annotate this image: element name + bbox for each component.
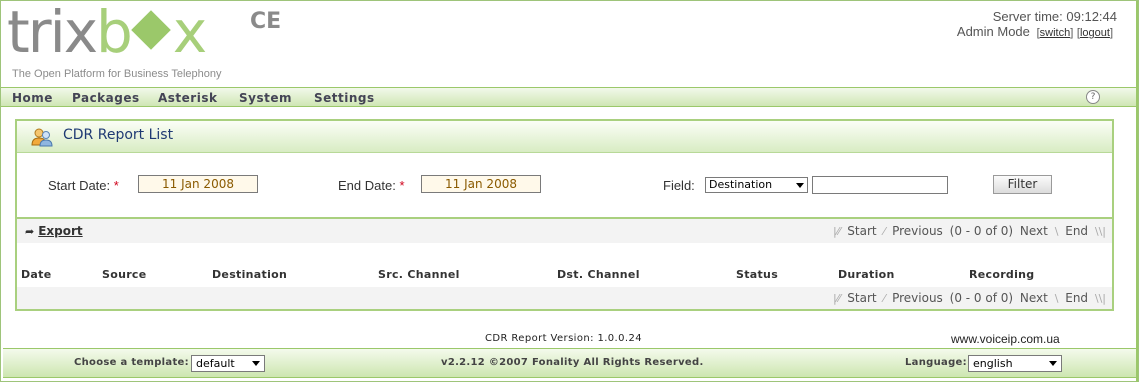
pager-next[interactable]: Next xyxy=(1020,224,1048,238)
server-time-label: Server time: xyxy=(992,9,1063,24)
tagline: The Open Platform for Business Telephony xyxy=(12,68,222,80)
pager-previous[interactable]: Previous xyxy=(892,291,943,305)
column-header-dst-channel: Dst. Channel xyxy=(557,268,640,281)
cdr-report-panel: CDR Report List Start Date: * 11 Jan 200… xyxy=(15,119,1114,311)
field-select[interactable]: Destination xyxy=(705,177,808,193)
column-header-destination: Destination xyxy=(212,268,288,281)
results-table: ➦ Export |⁄⁄ Start ⁄ Previous (0 - 0 of 0… xyxy=(17,217,1112,309)
column-header-date: Date xyxy=(21,268,52,281)
first-page-icon: |⁄⁄ xyxy=(833,292,841,305)
field-value-input[interactable] xyxy=(812,176,948,194)
admin-mode-label: Admin Mode xyxy=(956,24,1030,39)
pager-end[interactable]: End xyxy=(1065,291,1088,305)
site-url: www.voiceip.com.ua xyxy=(951,332,1060,346)
previous-icon: ⁄ xyxy=(883,225,886,238)
language-label: Language: xyxy=(905,357,967,368)
page: trixb x CE The Open Platform for Business… xyxy=(0,0,1139,382)
column-header-status: Status xyxy=(736,268,779,281)
users-icon xyxy=(31,128,53,147)
pager-end[interactable]: End xyxy=(1065,224,1088,238)
first-page-icon: |⁄⁄ xyxy=(833,225,841,238)
next-icon: \ xyxy=(1054,292,1059,305)
nav-item-asterisk[interactable]: Asterisk xyxy=(158,91,217,105)
previous-icon: ⁄ xyxy=(883,292,886,305)
pager-previous[interactable]: Previous xyxy=(892,224,943,238)
column-header-src-channel: Src. Channel xyxy=(378,268,460,281)
logout-link[interactable]: logout xyxy=(1080,27,1110,39)
nav-item-home[interactable]: Home xyxy=(12,91,53,105)
end-date-field[interactable]: 11 Jan 2008 xyxy=(421,175,541,193)
chevron-down-icon xyxy=(252,361,260,366)
filter-button[interactable]: Filter xyxy=(993,175,1052,194)
bottom-pager: |⁄⁄ Start ⁄ Previous (0 - 0 of 0) Next \… xyxy=(830,291,1106,305)
required-mark: * xyxy=(113,178,119,193)
start-date-field[interactable]: 11 Jan 2008 xyxy=(138,175,258,193)
export-link[interactable]: ➦ Export xyxy=(25,224,83,238)
column-header-row: Date Source Destination Src. Channel Dst… xyxy=(17,263,1112,287)
column-header-duration: Duration xyxy=(838,268,895,281)
admin-mode: Admin Mode [switch] [logout] xyxy=(956,24,1113,39)
chevron-down-icon xyxy=(796,183,804,188)
end-date-label: End Date: * xyxy=(338,178,405,193)
column-header-source: Source xyxy=(102,268,147,281)
column-header-recording: Recording xyxy=(969,268,1035,281)
export-arrow-icon: ➦ xyxy=(25,225,35,238)
nav-item-system[interactable]: System xyxy=(239,91,292,105)
server-time-value: 09:12:44 xyxy=(1066,9,1117,24)
copyright-text: v2.2.12 ©2007 Fonality All Rights Reserv… xyxy=(441,357,704,368)
version-text: CDR Report Version: 1.0.0.24 xyxy=(485,333,643,344)
help-icon[interactable]: ? xyxy=(1086,90,1100,104)
pager-next[interactable]: Next xyxy=(1020,291,1048,305)
server-time: Server time: 09:12:44 xyxy=(993,9,1117,24)
template-select[interactable]: default xyxy=(191,355,265,372)
field-label: Field: xyxy=(663,178,695,193)
pager-start[interactable]: Start xyxy=(847,224,876,238)
header: trixb x CE The Open Platform for Business… xyxy=(1,0,1138,87)
chevron-down-icon xyxy=(1049,361,1057,366)
language-select[interactable]: english xyxy=(968,355,1062,372)
nav-item-packages[interactable]: Packages xyxy=(72,91,140,105)
footer: Choose a template: default v2.2.12 ©2007… xyxy=(3,348,1136,378)
start-date-label: Start Date: * xyxy=(48,178,119,193)
panel-title-bar: CDR Report List xyxy=(17,121,1112,153)
logo-wordmark: trixb x xyxy=(7,0,207,66)
template-label: Choose a template: xyxy=(74,357,189,368)
last-page-icon: \\| xyxy=(1094,292,1106,305)
logo-diamond-icon xyxy=(131,10,171,50)
required-mark: * xyxy=(399,178,405,193)
window-edge xyxy=(1136,1,1138,382)
panel-title: CDR Report List xyxy=(63,127,174,143)
main-nav: Home Packages Asterisk System Settings ? xyxy=(1,87,1138,107)
next-icon: \ xyxy=(1054,225,1059,238)
switch-link[interactable]: switch xyxy=(1040,27,1071,39)
pager-start[interactable]: Start xyxy=(847,291,876,305)
logo-edition: CE xyxy=(250,9,282,34)
pager-range: (0 - 0 of 0) xyxy=(949,224,1014,238)
last-page-icon: \\| xyxy=(1094,225,1106,238)
export-row: ➦ Export |⁄⁄ Start ⁄ Previous (0 - 0 of 0… xyxy=(17,219,1112,243)
filter-row: Start Date: * 11 Jan 2008 End Date: * 11… xyxy=(17,154,1112,217)
nav-item-settings[interactable]: Settings xyxy=(314,91,375,105)
bottom-pager-row: |⁄⁄ Start ⁄ Previous (0 - 0 of 0) Next \… xyxy=(17,287,1112,309)
pager-range: (0 - 0 of 0) xyxy=(949,291,1014,305)
top-pager: |⁄⁄ Start ⁄ Previous (0 - 0 of 0) Next \… xyxy=(830,224,1106,238)
